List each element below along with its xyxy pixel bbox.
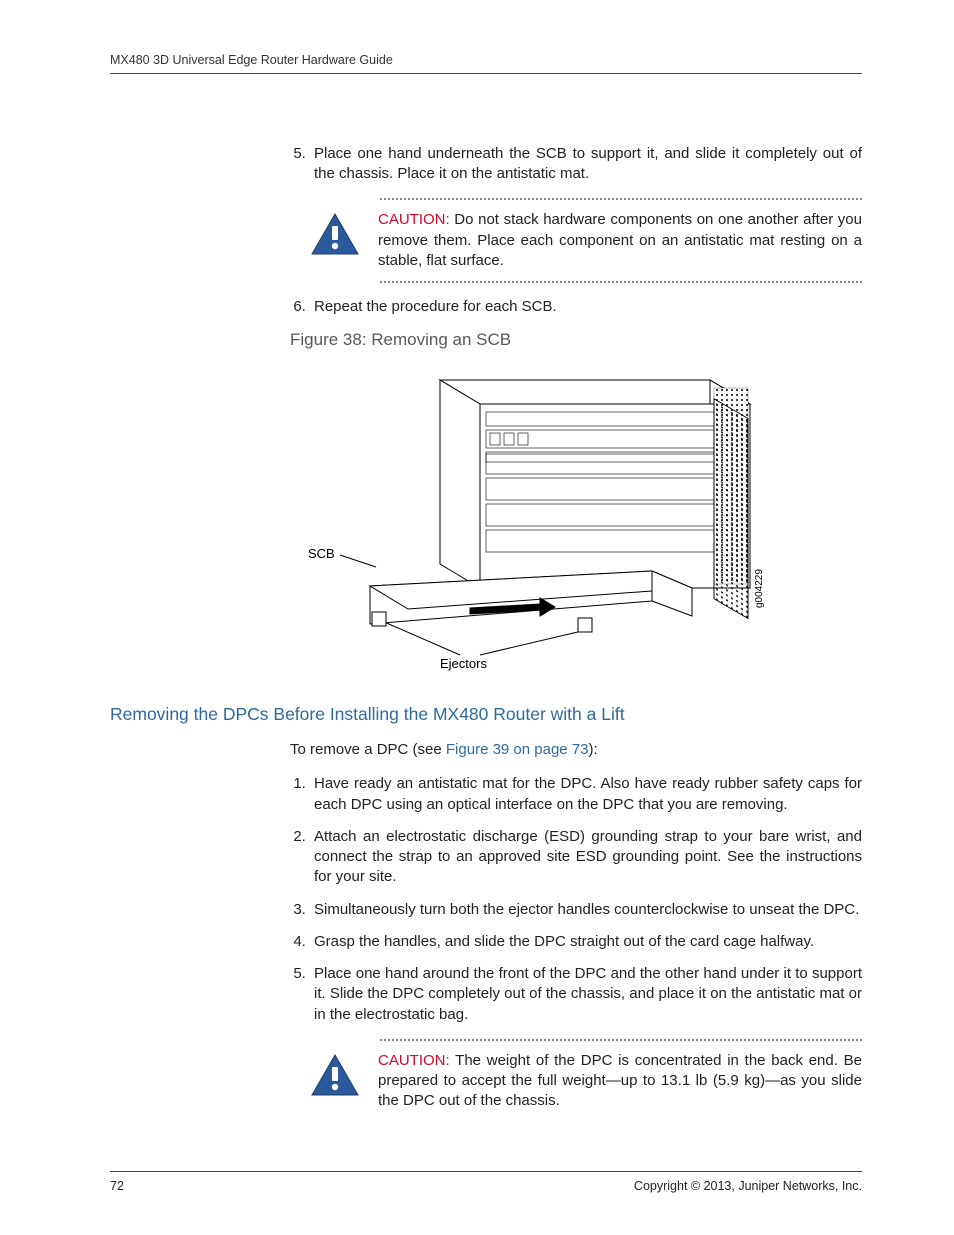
step-list-c: Have ready an antistatic mat for the DPC… [290, 774, 862, 1025]
running-head: MX480 3D Universal Edge Router Hardware … [110, 52, 862, 69]
step-c1: Have ready an antistatic mat for the DPC… [310, 774, 862, 815]
step-list-b: Repeat the procedure for each SCB. [290, 297, 862, 317]
caution-label: CAUTION: [378, 211, 450, 228]
step-c3: Simultaneously turn both the ejector han… [310, 900, 862, 920]
caution-body: The weight of the DPC is concentrated in… [378, 1052, 862, 1110]
caution-icon [310, 212, 360, 262]
figure-caption: Figure 38: Removing an SCB [290, 329, 862, 352]
footer-rule [110, 1171, 862, 1172]
intro-pre: To remove a DPC (see [290, 741, 446, 758]
caution-block-2: CAUTION: The weight of the DPC is concen… [290, 1039, 862, 1112]
caution-rule-top [380, 198, 862, 200]
step-5: Place one hand underneath the SCB to sup… [310, 144, 862, 185]
step-list-a: Place one hand underneath the SCB to sup… [290, 144, 862, 185]
figure-38: SCB Ejectors g004229 [290, 358, 862, 684]
intro-line: To remove a DPC (see Figure 39 on page 7… [290, 740, 862, 760]
page-number: 72 [110, 1178, 124, 1195]
caution-text-2: CAUTION: The weight of the DPC is concen… [378, 1051, 862, 1112]
caution-rule-bottom [380, 281, 862, 283]
caution-icon [310, 1053, 360, 1103]
fig-label-scb: SCB [308, 546, 335, 561]
page-footer: 72 Copyright © 2013, Juniper Networks, I… [110, 1171, 862, 1195]
step-c5: Place one hand around the front of the D… [310, 964, 862, 1025]
section-title: Removing the DPCs Before Installing the … [110, 703, 862, 727]
caution2-rule-top [380, 1039, 862, 1041]
caution-label: CAUTION: [378, 1052, 450, 1069]
step-c2: Attach an electrostatic discharge (ESD) … [310, 827, 862, 888]
step-6: Repeat the procedure for each SCB. [310, 297, 862, 317]
fig-label-code: g004229 [754, 569, 765, 608]
intro-post: ): [589, 741, 598, 758]
caution-block-1: CAUTION: Do not stack hardware component… [290, 198, 862, 283]
fig-label-ejectors: Ejectors [440, 656, 487, 671]
copyright: Copyright © 2013, Juniper Networks, Inc. [634, 1178, 862, 1195]
caution-text-1: CAUTION: Do not stack hardware component… [378, 210, 862, 271]
step-c4: Grasp the handles, and slide the DPC str… [310, 932, 862, 952]
header-rule [110, 73, 862, 74]
figure-39-link[interactable]: Figure 39 on page 73 [446, 741, 589, 758]
caution-body: Do not stack hardware components on one … [378, 211, 862, 269]
